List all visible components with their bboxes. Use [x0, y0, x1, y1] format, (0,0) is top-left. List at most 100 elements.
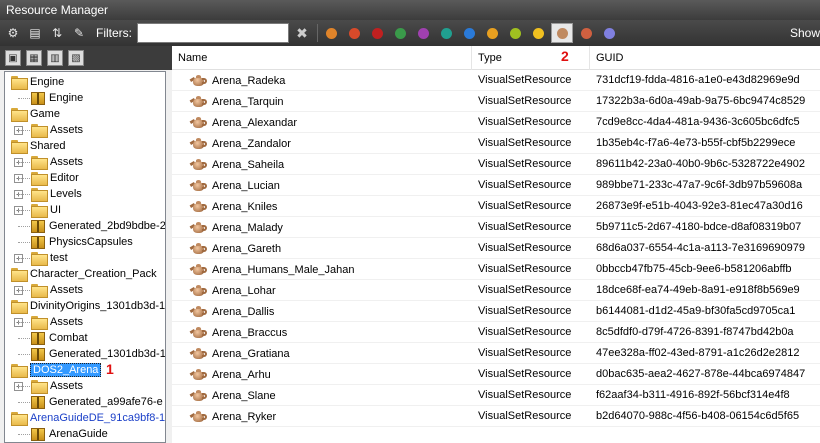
- tree-node[interactable]: Assets: [31, 154, 83, 170]
- resource-guid: 47ee328a-ff02-43ed-8791-a1c26d2e2812: [596, 347, 800, 359]
- sort-icon[interactable]: ⇅: [48, 24, 66, 42]
- new-package-icon[interactable]: ▦: [26, 50, 42, 66]
- table-row[interactable]: Arena_Malady VisualSetResource 5b9711c5-2d…: [172, 217, 820, 238]
- tree-node[interactable]: Assets: [31, 282, 83, 298]
- table-row[interactable]: Arena_Saheila VisualSetResource 89611b42-2…: [172, 154, 820, 175]
- sound-filter-icon[interactable]: [505, 23, 525, 43]
- table-row[interactable]: Arena_Lohar VisualSetResource 18dce68f-ea7…: [172, 280, 820, 301]
- tree-node[interactable]: Levels: [31, 186, 82, 202]
- tree-node[interactable]: Engine: [31, 90, 83, 106]
- filters-input[interactable]: [137, 23, 289, 43]
- name-cell: Arena_Gareth: [178, 238, 474, 259]
- clear-filter-icon[interactable]: ✖: [293, 24, 311, 42]
- script-filter-icon[interactable]: [576, 23, 596, 43]
- tree-node[interactable]: Shared: [11, 138, 65, 154]
- light-filter-glyph: [532, 27, 544, 39]
- tree-node[interactable]: PhysicsCapsules: [31, 234, 133, 250]
- table-row[interactable]: Arena_Lucian VisualSetResource 989bbe71-23…: [172, 175, 820, 196]
- table-row[interactable]: Arena_Dallis VisualSetResource b6144081-d1…: [172, 301, 820, 322]
- tree-node[interactable]: Assets: [31, 314, 83, 330]
- mesh-filter-glyph: [394, 27, 406, 39]
- tree-connector: [18, 338, 30, 339]
- resource-tree[interactable]: Engine Engine Game + Assets Shared + Assets + Edi…: [4, 71, 166, 443]
- tree-node[interactable]: DivinityOrigins_1301db3d-1f: [11, 298, 166, 314]
- tree-node[interactable]: ArenaGuideDE_91ca9bf8-1: [11, 410, 165, 426]
- tree-node[interactable]: Engine: [11, 74, 64, 90]
- resource-guid: 1b35eb4c-f7a6-4e73-b55f-cbf5b2299ece: [596, 137, 796, 149]
- resource-guid: 5b9711c5-2d67-4180-bdce-d8af08319b07: [596, 221, 802, 233]
- tree-node[interactable]: Generated_a99afe76-e: [31, 394, 163, 410]
- texture-filter-icon[interactable]: [436, 23, 456, 43]
- tree-node[interactable]: DOS2_Arena: [11, 362, 102, 378]
- table-row[interactable]: Arena_Arhu VisualSetResource d0bac635-aea2…: [172, 364, 820, 385]
- light-filter-icon[interactable]: [528, 23, 548, 43]
- column-header-name[interactable]: Name: [172, 46, 472, 70]
- visualset-icon: [189, 136, 207, 151]
- table-row[interactable]: Arena_Zandalor VisualSetResource 1b35eb4c-…: [172, 133, 820, 154]
- show-label[interactable]: Show: [790, 26, 820, 40]
- pin-icon[interactable]: ✎: [70, 24, 88, 42]
- tree-node[interactable]: Character_Creation_Pack: [11, 266, 157, 282]
- mesh-filter-icon[interactable]: [390, 23, 410, 43]
- name-cell: Arena_Arhu: [178, 364, 474, 385]
- column-header-type[interactable]: Type: [472, 46, 590, 70]
- table-row[interactable]: Arena_Slane VisualSetResource f62aaf34-b31…: [172, 385, 820, 406]
- name-cell: Arena_Radeka: [178, 70, 474, 91]
- tree-node-label: Assets: [50, 124, 84, 136]
- tree-node[interactable]: Combat: [31, 330, 88, 346]
- properties-icon[interactable]: ▤: [26, 24, 44, 42]
- table-row[interactable]: Arena_Tarquin VisualSetResource 17322b3a-6…: [172, 91, 820, 112]
- tree-connector: [18, 226, 30, 227]
- table-row[interactable]: Arena_Humans_Male_Jahan VisualSetResource…: [172, 259, 820, 280]
- tree-node[interactable]: Assets: [31, 122, 83, 138]
- package-icon: [31, 395, 45, 409]
- tree-node-label: Assets: [50, 156, 84, 168]
- tree-node-label: Combat: [49, 332, 88, 344]
- folder-icon: [11, 268, 28, 282]
- animation-filter-icon[interactable]: [344, 23, 364, 43]
- import-icon[interactable]: ▥: [47, 50, 63, 66]
- visualset-filter-glyph: [556, 27, 568, 39]
- export-icon[interactable]: ▧: [68, 50, 84, 66]
- tree-node-label: DivinityOrigins_1301db3d-1f: [30, 300, 166, 312]
- tree-connector: [18, 434, 30, 435]
- tree-node[interactable]: UI: [31, 202, 61, 218]
- resource-type: VisualSetResource: [478, 74, 572, 86]
- visualset-filter-icon[interactable]: [551, 23, 573, 43]
- effect-filter-icon[interactable]: [367, 23, 387, 43]
- sphere-filter-icon[interactable]: [459, 23, 479, 43]
- table-row[interactable]: Arena_Radeka VisualSetResource 731dcf19-fd…: [172, 70, 820, 91]
- script-filter-glyph: [580, 27, 592, 39]
- settings-icon[interactable]: ⚙: [4, 24, 22, 42]
- resource-guid: f62aaf34-b311-4916-892f-56bcf314e4f8: [596, 389, 790, 401]
- resource-guid: b6144081-d1d2-45a9-bf30fa5cd9705ca1: [596, 305, 796, 317]
- table-row[interactable]: Arena_Braccus VisualSetResource 8c5dfdf0-d…: [172, 322, 820, 343]
- new-folder-icon[interactable]: ▣: [5, 50, 21, 66]
- visualset-icon: [189, 283, 207, 298]
- particle-filter-icon[interactable]: [482, 23, 502, 43]
- table-row[interactable]: Arena_Ryker VisualSetResource b2d64070-988…: [172, 406, 820, 427]
- effect-filter-glyph: [371, 27, 383, 39]
- tree-node-label: Editor: [50, 172, 79, 184]
- tree-connector: [18, 178, 30, 179]
- teapot-filter-glyph: [325, 27, 337, 39]
- column-header-guid[interactable]: GUID: [590, 46, 820, 70]
- table-row[interactable]: Arena_Kniles VisualSetResource 26873e9f-e5…: [172, 196, 820, 217]
- tree-node[interactable]: ArenaGuide: [31, 426, 108, 442]
- tree-node[interactable]: Generated_1301db3d-1: [31, 346, 165, 362]
- tree-node[interactable]: test: [31, 250, 68, 266]
- table-row[interactable]: Arena_Gareth VisualSetResource 68d6a037-65…: [172, 238, 820, 259]
- tree-node-label: test: [50, 252, 68, 264]
- tree-node[interactable]: Assets: [31, 378, 83, 394]
- table-row[interactable]: Arena_Alexandar VisualSetResource 7cd9e8cc…: [172, 112, 820, 133]
- folder-icon: [31, 252, 48, 266]
- teapot-filter-icon[interactable]: [321, 23, 341, 43]
- tree-node[interactable]: Game: [11, 106, 60, 122]
- table-row[interactable]: Arena_Gratiana VisualSetResource 47ee328a-…: [172, 343, 820, 364]
- particle-filter-glyph: [486, 27, 498, 39]
- material-filter-icon[interactable]: [413, 23, 433, 43]
- folder-icon: [31, 380, 48, 394]
- tree-node[interactable]: Editor: [31, 170, 79, 186]
- tree-node[interactable]: Generated_2bd9bdbe-2: [31, 218, 165, 234]
- atlas-filter-icon[interactable]: [599, 23, 619, 43]
